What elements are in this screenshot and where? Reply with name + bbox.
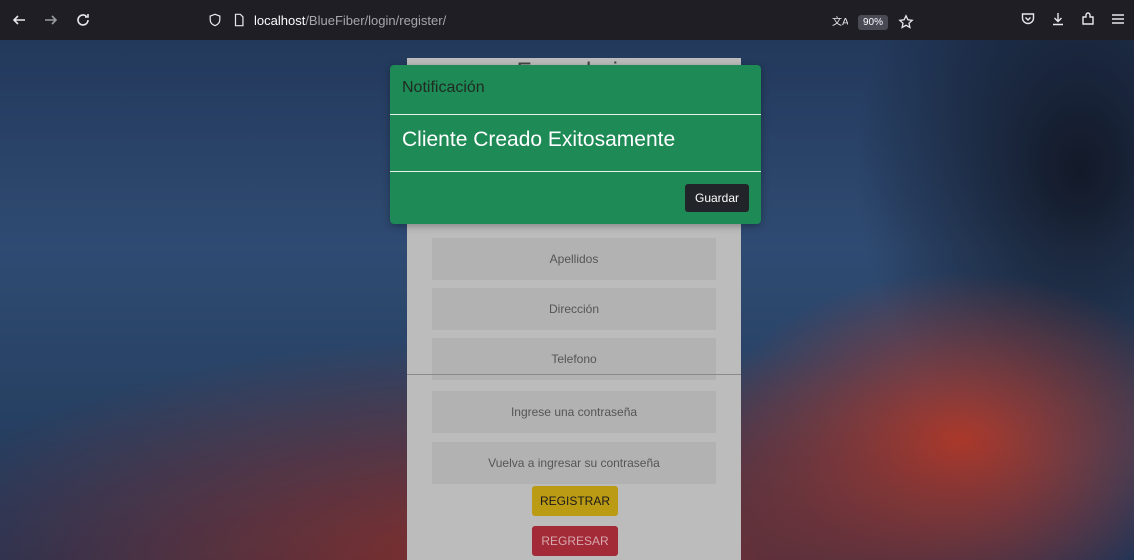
- modal-title: Notificación: [390, 65, 761, 115]
- extensions-icon[interactable]: [1078, 7, 1098, 31]
- url-host: localhost: [254, 12, 306, 28]
- back-button-form[interactable]: REGRESAR: [532, 526, 618, 556]
- register-button[interactable]: REGISTRAR: [532, 486, 618, 516]
- url-actions: 文A 90%: [830, 10, 916, 34]
- notification-modal: Notificación Cliente Creado Exitosamente…: [390, 65, 761, 224]
- hamburger-menu-icon[interactable]: [1108, 7, 1128, 31]
- browser-tools: [1018, 7, 1128, 31]
- svg-text:文A: 文A: [832, 15, 848, 28]
- save-button[interactable]: Guardar: [685, 184, 749, 212]
- browser-toolbar: localhost/BlueFiber/login/register/ 文A 9…: [0, 0, 1134, 40]
- modal-message: Cliente Creado Exitosamente: [390, 116, 761, 172]
- password-confirm-field[interactable]: Vuelva a ingresar su contraseña: [432, 442, 716, 484]
- url-path: /BlueFiber/login/register/: [305, 12, 447, 28]
- apellidos-field[interactable]: Apellidos: [432, 238, 716, 280]
- download-icon[interactable]: [1048, 7, 1068, 31]
- address-bar[interactable]: localhost/BlueFiber/login/register/ 文A 9…: [196, 4, 924, 36]
- arrow-left-icon: [12, 15, 25, 25]
- page-icon[interactable]: [230, 11, 248, 29]
- reload-button[interactable]: [70, 7, 96, 33]
- translate-icon[interactable]: 文A: [830, 10, 850, 34]
- forward-button[interactable]: [38, 7, 64, 33]
- zoom-level-badge[interactable]: 90%: [857, 14, 888, 30]
- arrow-right-icon: [45, 15, 58, 25]
- password-field[interactable]: Ingrese una contraseña: [432, 391, 716, 433]
- star-icon[interactable]: [896, 10, 916, 34]
- pocket-icon[interactable]: [1018, 7, 1038, 31]
- tracking-shield-icon[interactable]: [206, 11, 224, 29]
- reload-icon: [77, 14, 89, 26]
- back-button[interactable]: [6, 7, 32, 33]
- direccion-field[interactable]: Dirección: [432, 288, 716, 330]
- form-divider: [407, 374, 741, 375]
